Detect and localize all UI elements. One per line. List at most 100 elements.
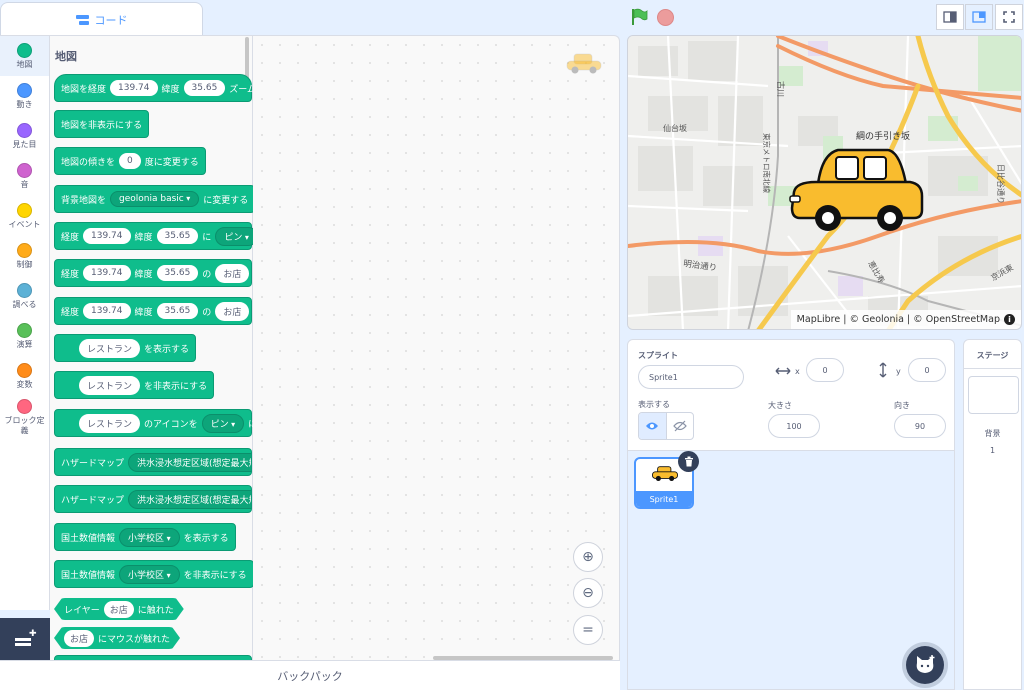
zoom-out-icon: ⊖ <box>582 585 594 601</box>
block-hide-map[interactable]: 地図を非表示にする <box>54 110 150 138</box>
stop-icon[interactable] <box>657 9 674 26</box>
layer-name-input[interactable]: お店 <box>64 630 94 647</box>
block-delete-layer[interactable]: 経度139.74緯度35.65のお店を削 <box>54 259 271 287</box>
fullscreen-button[interactable] <box>995 4 1023 30</box>
block-hazard-map-hide[interactable]: ハザードマップ洪水浸水想定区域(想定最大規模 <box>54 485 252 513</box>
category-sound[interactable]: 音 <box>0 156 49 196</box>
hazard-dropdown[interactable]: 洪水浸水想定区域(想定最大規模 <box>128 489 251 509</box>
block-set-map-center[interactable]: 地図を経度 139.74 緯度 35.65 ズーム <box>54 74 256 102</box>
block-show-layer[interactable]: レストラン を表示する <box>54 334 197 362</box>
block-national-data-show[interactable]: 国土数値情報小学校区を表示する <box>54 523 236 551</box>
info-icon[interactable]: i <box>1004 314 1015 325</box>
latitude-input[interactable]: 35.65 <box>156 228 199 244</box>
y-label: y <box>896 367 901 376</box>
category-variables[interactable]: 変数 <box>0 356 49 396</box>
zoom-in-icon: ⊕ <box>582 549 594 565</box>
block-hazard-map-show[interactable]: ハザードマップ洪水浸水想定区域(想定最大規模 <box>54 448 252 476</box>
show-sprite-button[interactable] <box>639 413 667 439</box>
marker-dropdown[interactable]: ピン <box>215 226 258 246</box>
divider <box>964 368 1021 369</box>
backpack-label: バックパック <box>277 669 343 683</box>
longitude-input[interactable]: 139.74 <box>83 265 131 281</box>
zoom-out-button[interactable]: ⊖ <box>573 578 603 608</box>
category-sensing[interactable]: 調べる <box>0 276 49 316</box>
category-motion[interactable]: 動き <box>0 76 49 116</box>
tilt-input[interactable]: 0 <box>119 153 141 169</box>
palette-section-title: 地図 <box>55 50 77 63</box>
basemap-dropdown[interactable]: geolonia basic <box>110 191 200 207</box>
fullscreen-icon <box>1003 11 1015 23</box>
sprite-label: スプライト <box>638 351 678 360</box>
visibility-toggle <box>638 412 694 440</box>
block-national-data-hide[interactable]: 国土数値情報小学校区を非表示にする <box>54 560 254 588</box>
block-set-map-tilt[interactable]: 地図の傾きを 0 度に変更する <box>54 147 206 175</box>
category-operators[interactable]: 演算 <box>0 316 49 356</box>
stage-selector[interactable]: ステージ 背景 1 <box>963 339 1022 690</box>
category-map-dot <box>17 42 32 58</box>
hazard-dropdown[interactable]: 洪水浸水想定区域(想定最大規模 <box>128 452 251 472</box>
category-my-blocks[interactable]: ブロック定義 <box>0 396 49 438</box>
stage[interactable]: 綱の手引き坂 仙台坂 明治通り 東京メトロ南北線 日比谷通り 古川 恵比寿 京浜… <box>627 35 1022 330</box>
layer-name-input[interactable]: お店 <box>104 601 134 618</box>
attribution-text: MapLibre | © Geolonia | © OpenStreetMap <box>796 314 1000 325</box>
category-map[interactable]: 地図 <box>0 36 49 76</box>
backdrops-label: 背景 <box>984 429 1001 438</box>
cat-plus-icon <box>916 655 935 673</box>
category-sound-dot <box>17 162 32 178</box>
latitude-input[interactable]: 35.65 <box>156 265 199 281</box>
block-mouse-over-layer[interactable]: お店 にマウスが触れた <box>54 627 180 649</box>
small-stage-button[interactable] <box>936 4 964 30</box>
x-label: x <box>795 367 800 376</box>
y-position-input[interactable]: 0 <box>908 358 946 382</box>
sprite-name-input[interactable]: Sprite1 <box>638 365 744 389</box>
delete-sprite-button[interactable] <box>678 451 699 472</box>
layer-name-input[interactable]: レストラン <box>79 413 141 433</box>
block-hide-layer[interactable]: レストラン を非表示にする <box>54 371 215 399</box>
green-flag-icon[interactable] <box>630 8 648 26</box>
add-sprite-button[interactable] <box>906 646 944 684</box>
icon-dropdown[interactable]: ピン <box>201 413 245 433</box>
layer-name-input[interactable]: お店 <box>215 301 250 321</box>
block-add-pin[interactable]: 経度139.74緯度35.65にピンを <box>54 222 271 250</box>
tab-code[interactable]: コード <box>0 2 203 36</box>
dataset-dropdown[interactable]: 小学校区 <box>119 564 180 584</box>
block-set-basemap[interactable]: 背景地図をgeolonia basicに変更する <box>54 185 256 213</box>
map-label-metro: 東京メトロ南北線 <box>762 133 772 193</box>
layer-name-input[interactable]: お店 <box>215 263 250 283</box>
dataset-dropdown[interactable]: 小学校区 <box>119 527 180 547</box>
zoom-in-button[interactable]: ⊕ <box>573 542 603 572</box>
size-input[interactable]: 100 <box>768 414 820 438</box>
longitude-input[interactable]: 139.74 <box>83 228 131 244</box>
category-sensing-dot <box>17 282 32 298</box>
add-extension-button[interactable]: ✚ <box>0 618 50 662</box>
category-operators-dot <box>17 322 32 338</box>
direction-input[interactable]: 90 <box>894 414 946 438</box>
eye-slash-icon <box>672 420 687 432</box>
stage-thumbnail[interactable] <box>968 376 1019 414</box>
category-looks[interactable]: 見た目 <box>0 116 49 156</box>
script-workspace[interactable] <box>253 35 620 660</box>
layer-name-input[interactable]: レストラン <box>79 338 141 358</box>
x-arrows-icon <box>775 367 791 375</box>
block-set-layer-icon[interactable]: レストランのアイコンをピンに <box>54 409 257 437</box>
x-position-input[interactable]: 0 <box>806 358 844 382</box>
hide-sprite-button[interactable] <box>667 413 694 439</box>
category-control[interactable]: 制御 <box>0 236 49 276</box>
sprite-tile-name: Sprite1 <box>636 491 692 507</box>
category-control-dot <box>17 242 32 258</box>
normal-stage-icon <box>972 11 986 23</box>
longitude-input[interactable]: 139.74 <box>110 80 158 96</box>
map-attribution: MapLibre | © Geolonia | © OpenStreetMap i <box>790 310 1021 329</box>
longitude-input[interactable]: 139.74 <box>83 303 131 319</box>
taxi-sprite[interactable] <box>788 144 926 236</box>
latitude-input[interactable]: 35.65 <box>183 80 226 96</box>
category-events[interactable]: イベント <box>0 196 49 236</box>
block-layer-icon[interactable]: 経度139.74緯度35.65のお店のア <box>54 297 271 325</box>
block-touching-layer[interactable]: レイヤー お店 に触れた <box>54 598 184 620</box>
layer-name-input[interactable]: レストラン <box>79 375 141 395</box>
latitude-input[interactable]: 35.65 <box>156 303 199 319</box>
map-label-tsunade: 綱の手引き坂 <box>856 130 910 142</box>
zoom-reset-button[interactable]: = <box>573 615 603 645</box>
backpack[interactable]: バックパック <box>0 660 620 690</box>
normal-stage-button[interactable] <box>965 4 993 30</box>
